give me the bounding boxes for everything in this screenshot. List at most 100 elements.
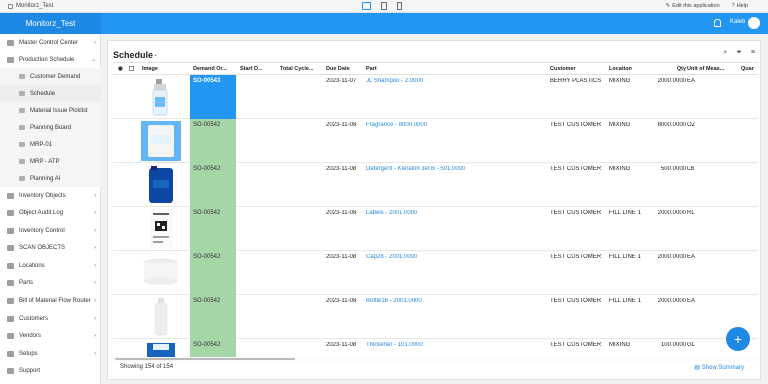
brand-title[interactable]: Monitorz_Test: [0, 13, 101, 34]
customer-cell: TEST CUSTOMER: [550, 254, 602, 260]
visibility-icon[interactable]: ◉: [118, 66, 123, 72]
filter-icon[interactable]: ⏷: [736, 49, 742, 57]
col-customer[interactable]: Customer: [550, 66, 605, 72]
avatar[interactable]: [748, 17, 760, 29]
location-cell: FILL LINE 1: [609, 254, 641, 260]
show-summary-link[interactable]: ▤ Show Summary: [694, 364, 744, 371]
table-row[interactable]: SO-00542 2023-11-08 Cap28 - 2001.0000 TE…: [113, 251, 758, 295]
part-link[interactable]: Cap28 - 2001.0000: [366, 254, 417, 260]
sidebar-item-setups[interactable]: Setups ›: [0, 345, 101, 362]
due-date-cell: 2023-11-08: [326, 122, 357, 128]
demand-order-cell[interactable]: SO-00542: [190, 339, 236, 357]
mrp-atp-icon: [19, 159, 25, 164]
table-row[interactable]: SO-00542 2023-11-08 Bottle16 - 2001.0000…: [113, 295, 758, 339]
main-content: Schedule ⌄ ⌕ ⏷ ≡ ◉ Image Demand Or... St…: [101, 34, 768, 384]
sidebar-item-inventory-control[interactable]: Inventory Control ›: [0, 222, 101, 239]
sidebar-item-support[interactable]: Support: [0, 362, 101, 379]
app-header: Monitorz_Test Kaleb: [0, 13, 768, 34]
product-image-fragrance[interactable]: [141, 121, 181, 161]
edit-application-button[interactable]: ✎ Edit this application: [666, 3, 720, 9]
board-icon: [19, 125, 25, 130]
part-link[interactable]: Fragrance - 8000.0000: [366, 122, 427, 128]
qty-cell: 2000.0000: [657, 298, 686, 304]
demand-order-cell[interactable]: SO-00542: [190, 163, 236, 207]
sidebar-item-customers[interactable]: Customers ›: [0, 310, 101, 327]
sidebar-item-master-control-center[interactable]: Master Control Center ›: [0, 34, 101, 51]
sidebar-item-customer-demand[interactable]: Customer Demand: [0, 68, 101, 85]
table-row[interactable]: SO-00542 2023-11-08 Labels - 2001.0000 T…: [113, 207, 758, 251]
part-link[interactable]: JL Shampoo - 2.0000: [366, 78, 423, 84]
parts-icon: [7, 279, 14, 286]
sidebar-item-locations[interactable]: Locations ›: [0, 257, 101, 274]
col-start-date[interactable]: Start D...: [240, 66, 274, 72]
col-location[interactable]: Location: [609, 66, 644, 72]
product-image-labels[interactable]: [141, 209, 181, 249]
part-link[interactable]: Labels - 2001.0000: [366, 210, 417, 216]
product-image-thickener[interactable]: [141, 341, 181, 357]
user-name[interactable]: Kaleb: [730, 19, 745, 25]
col-unit-of-measure[interactable]: Unit of Meas...: [687, 66, 733, 72]
qty-cell: 2000.0000: [657, 78, 686, 84]
horizontal-scrollbar[interactable]: [113, 357, 758, 361]
product-image-cap[interactable]: [141, 253, 181, 293]
sidebar-item-inventory-objects[interactable]: Inventory Objects ›: [0, 187, 101, 204]
search-icon[interactable]: ⌕: [723, 49, 727, 57]
sidebar-item-vendors[interactable]: Vendors ›: [0, 327, 101, 344]
sidebar-item-bom-flow-router[interactable]: Bill of Material Flow Router ›: [0, 292, 101, 309]
bell-icon[interactable]: [714, 19, 721, 27]
product-image-shampoo[interactable]: [141, 77, 181, 117]
desktop-icon[interactable]: [362, 2, 371, 10]
customer-cell: TEST CUSTOMER: [550, 122, 602, 128]
demand-order-cell[interactable]: SO-00542: [190, 207, 236, 251]
product-image-bottle[interactable]: [141, 297, 181, 337]
tablet-icon[interactable]: [381, 2, 387, 10]
sidebar-item-object-audit-log[interactable]: Object Audit Log ›: [0, 204, 101, 221]
col-part[interactable]: Part: [366, 66, 546, 72]
sidebar-item-mrp-atp[interactable]: MRP - ATP: [0, 153, 101, 170]
part-link[interactable]: Bottle16 - 2001.0000: [366, 298, 422, 304]
demand-order-cell[interactable]: SO-00543: [190, 75, 236, 119]
demand-order-cell[interactable]: SO-00542: [190, 295, 236, 339]
col-qty[interactable]: Qty: [646, 66, 686, 72]
device-preview-switcher: [362, 2, 402, 10]
sidebar-item-mrp-01[interactable]: MRP-01: [0, 136, 101, 153]
part-link[interactable]: Detergent - Kieralon Jet B - 501.0000: [366, 166, 465, 172]
app-window-icon: [8, 3, 13, 9]
part-link[interactable]: Thickener - 101.0000: [366, 342, 423, 348]
sidebar-item-production-schedule[interactable]: Production Schedule ⌄: [0, 51, 101, 68]
table-row[interactable]: SO-00542 2023-11-08 Detergent - Kieralon…: [113, 163, 758, 207]
chevron-right-icon: ›: [94, 192, 96, 199]
help-button[interactable]: ? Help: [732, 3, 748, 9]
product-image-detergent[interactable]: [141, 165, 181, 205]
chevron-down-icon: ⌄: [90, 57, 96, 63]
sidebar: Master Control Center › Production Sched…: [0, 34, 101, 384]
chevron-down-icon[interactable]: ⌄: [153, 51, 158, 58]
sidebar-item-scan-objects[interactable]: SCAN OBJECTS ›: [0, 239, 101, 256]
add-fab-button[interactable]: +: [726, 327, 750, 351]
table-row[interactable]: SO-00543 2023-11-07 JL Shampoo - 2.0000 …: [113, 75, 758, 119]
scan-icon: [7, 244, 14, 251]
sidebar-item-planning-board[interactable]: Planning Board: [0, 119, 101, 136]
table-row[interactable]: SO-00542 2023-11-08 Thickener - 101.0000…: [113, 339, 758, 357]
app-title: Monitorz_Test: [8, 3, 53, 9]
chevron-right-icon: ›: [94, 297, 96, 304]
sidebar-item-planning-ai[interactable]: Planning AI: [0, 170, 101, 187]
sidebar-item-schedule[interactable]: Schedule: [0, 85, 101, 102]
col-demand-order[interactable]: Demand Or...: [193, 66, 236, 72]
col-due-date[interactable]: Due Date: [326, 66, 364, 72]
col-image[interactable]: Image: [142, 66, 186, 72]
select-all-checkbox[interactable]: [129, 66, 134, 71]
scrollbar-thumb[interactable]: [115, 358, 295, 360]
demand-order-cell[interactable]: SO-00542: [190, 251, 236, 295]
phone-icon[interactable]: [397, 2, 402, 10]
qty-cell: 500.0000: [660, 166, 686, 172]
table-row[interactable]: SO-00542 2023-11-08 Fragrance - 8000.000…: [113, 119, 758, 163]
col-quar[interactable]: Quar: [741, 66, 758, 72]
sidebar-item-parts[interactable]: Parts ›: [0, 274, 101, 291]
demand-order-cell[interactable]: SO-00542: [190, 119, 236, 163]
menu-icon[interactable]: ≡: [751, 49, 755, 57]
sidebar-item-material-issue-picklist[interactable]: Material Issue Picklist: [0, 102, 101, 119]
col-total-cycle[interactable]: Total Cycle...: [280, 66, 325, 72]
customer-cell: BERRY PLASTICS: [550, 78, 602, 84]
location-cell: MIXING: [609, 122, 631, 128]
